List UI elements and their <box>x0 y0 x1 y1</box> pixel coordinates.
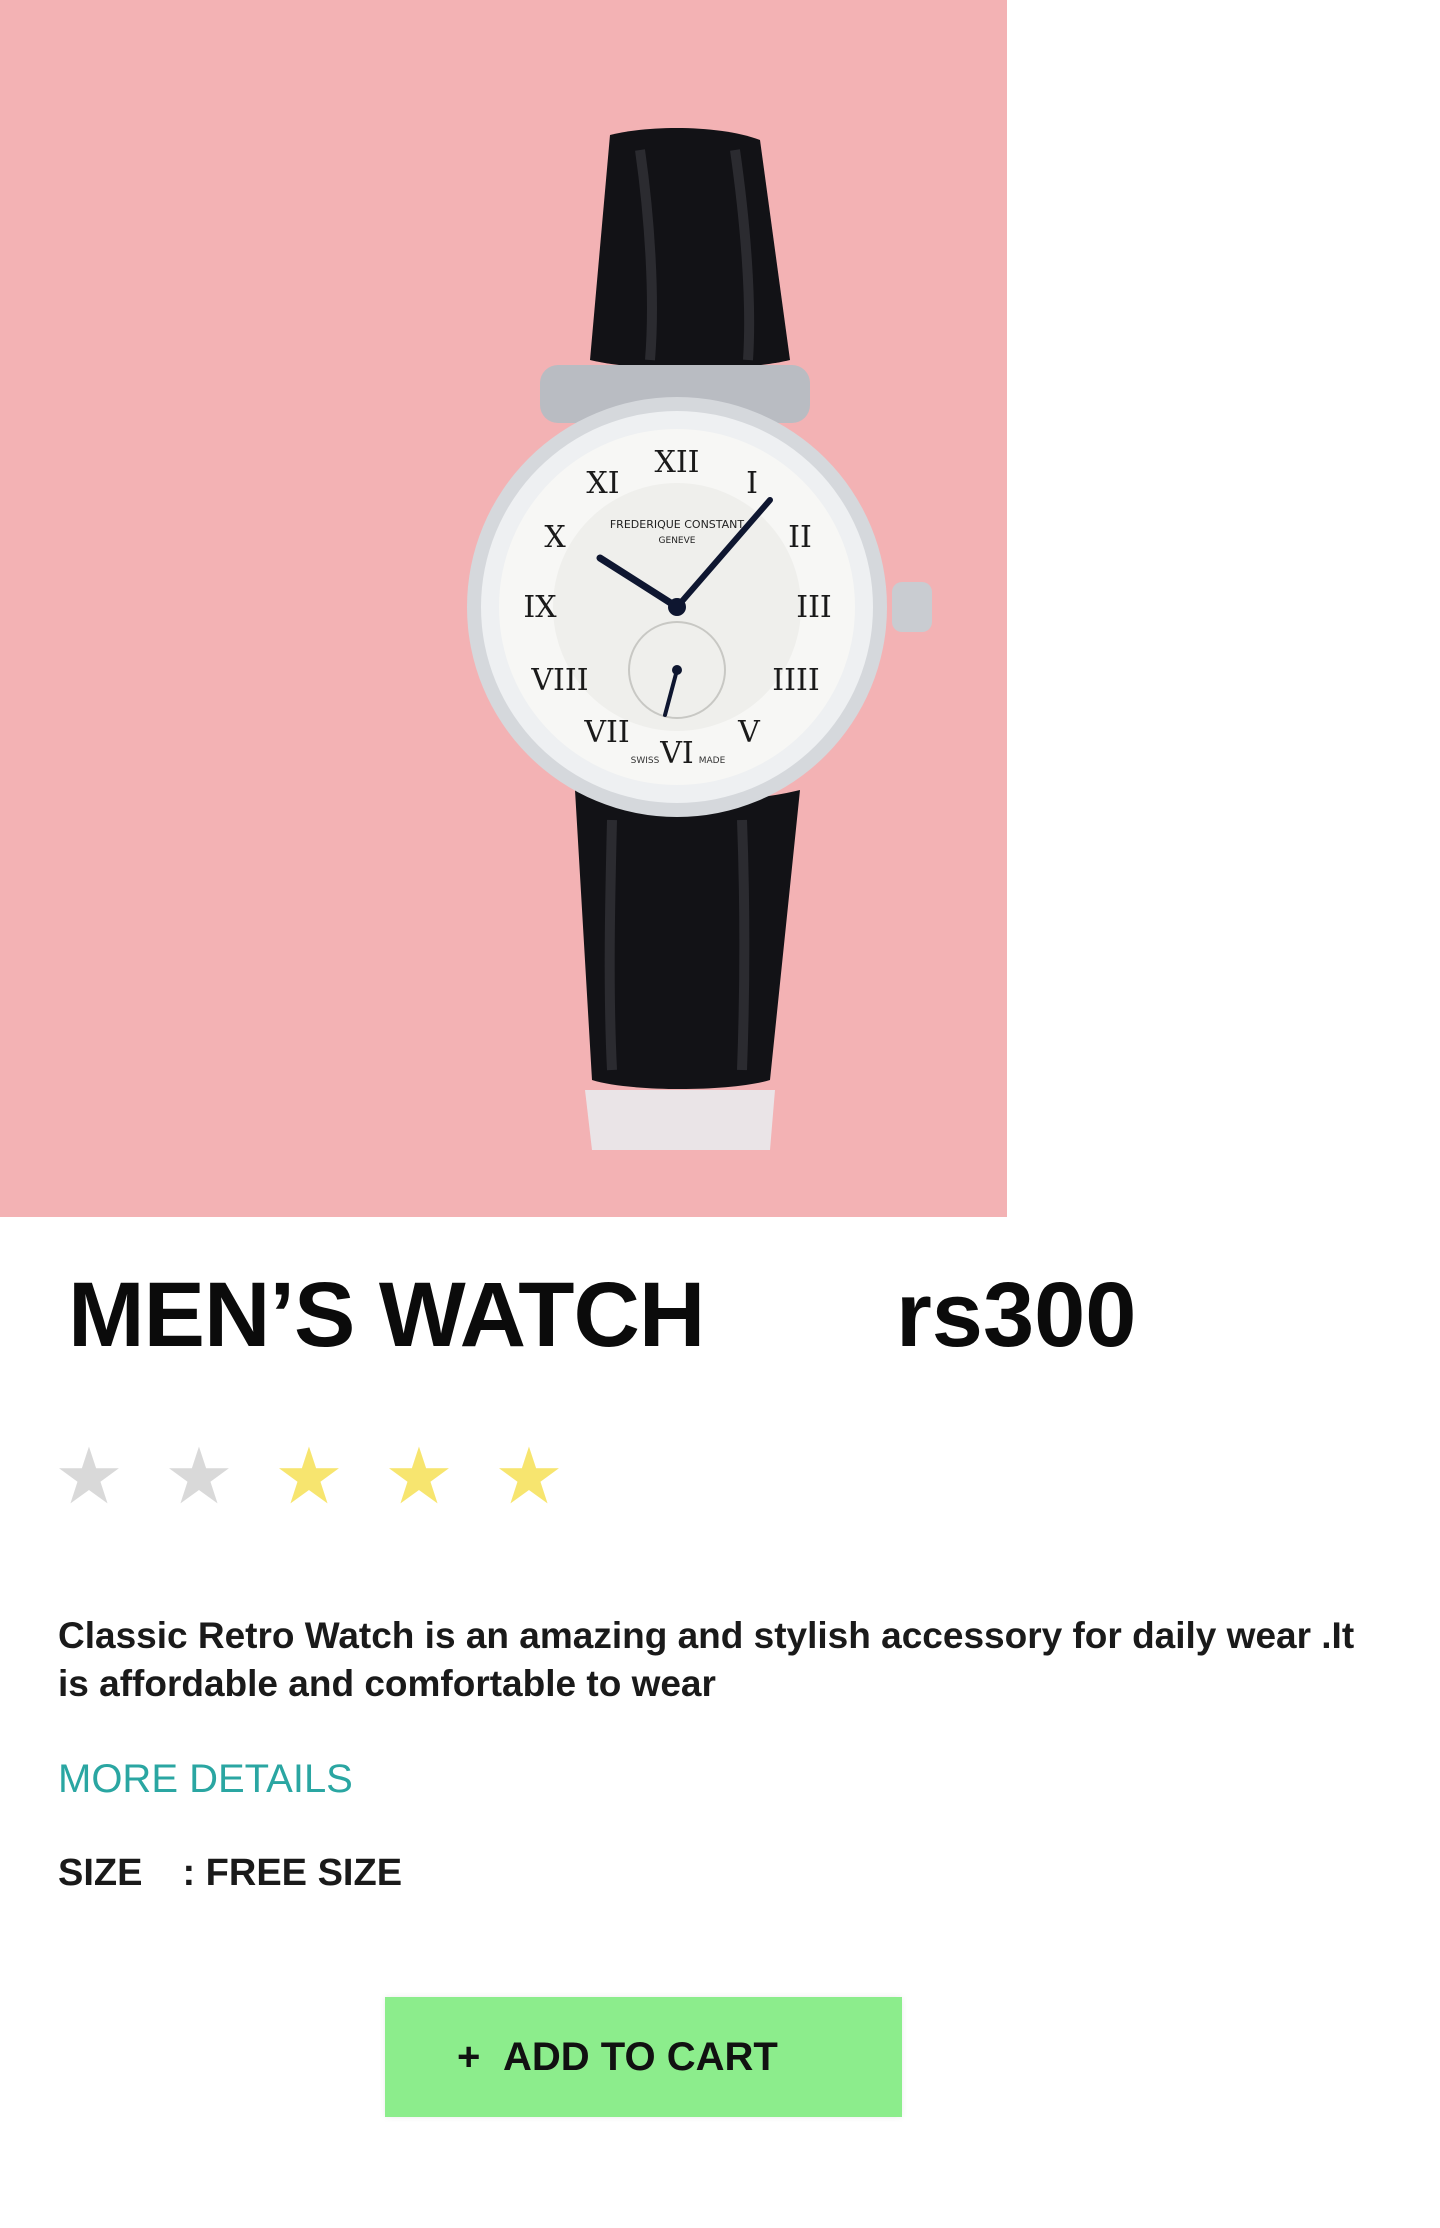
svg-text:V: V <box>737 715 761 750</box>
svg-text:XI: XI <box>586 466 619 501</box>
size-info: SIZE : FREE SIZE <box>58 1848 402 1898</box>
add-to-cart-button[interactable]: + ADD TO CART <box>385 1997 902 2117</box>
star-icon[interactable]: ★ <box>384 1437 454 1517</box>
add-to-cart-label: ADD TO CART <box>503 2034 778 2079</box>
svg-text:IIII: IIII <box>772 663 819 698</box>
dial-swiss-text: SWISS <box>631 756 660 766</box>
dial-brand-text: FREDERIQUE CONSTANT <box>610 518 745 531</box>
svg-text:VI: VI <box>659 736 694 771</box>
svg-text:X: X <box>544 520 566 555</box>
size-label: SIZE <box>58 1852 143 1894</box>
product-image-panel: XII I II III IIII XI X IX VIII VII VI V … <box>0 0 1007 1217</box>
star-icon[interactable]: ★ <box>54 1437 124 1517</box>
dial-city-text: GENEVE <box>659 536 696 546</box>
svg-text:VII: VII <box>583 715 629 750</box>
svg-text:III: III <box>796 590 832 625</box>
dial-made-text: MADE <box>699 756 726 766</box>
star-icon[interactable]: ★ <box>164 1437 234 1517</box>
svg-text:IX: IX <box>523 590 557 625</box>
product-watch-image[interactable]: XII I II III IIII XI X IX VIII VII VI V … <box>0 0 1007 1217</box>
product-title: MEN’S WATCH <box>68 1264 705 1366</box>
plus-icon: + <box>457 2034 481 2079</box>
svg-text:VIII: VIII <box>530 663 588 698</box>
star-icon[interactable]: ★ <box>274 1437 344 1517</box>
more-details-link[interactable]: MORE DETAILS <box>58 1754 353 1804</box>
size-value: : FREE SIZE <box>182 1852 403 1894</box>
product-price: rs300 <box>896 1264 1137 1366</box>
product-description: Classic Retro Watch is an amazing and st… <box>58 1615 1355 1704</box>
star-icon[interactable]: ★ <box>494 1437 564 1517</box>
svg-text:II: II <box>788 520 812 555</box>
svg-text:I: I <box>746 466 758 501</box>
svg-text:XII: XII <box>654 445 699 480</box>
